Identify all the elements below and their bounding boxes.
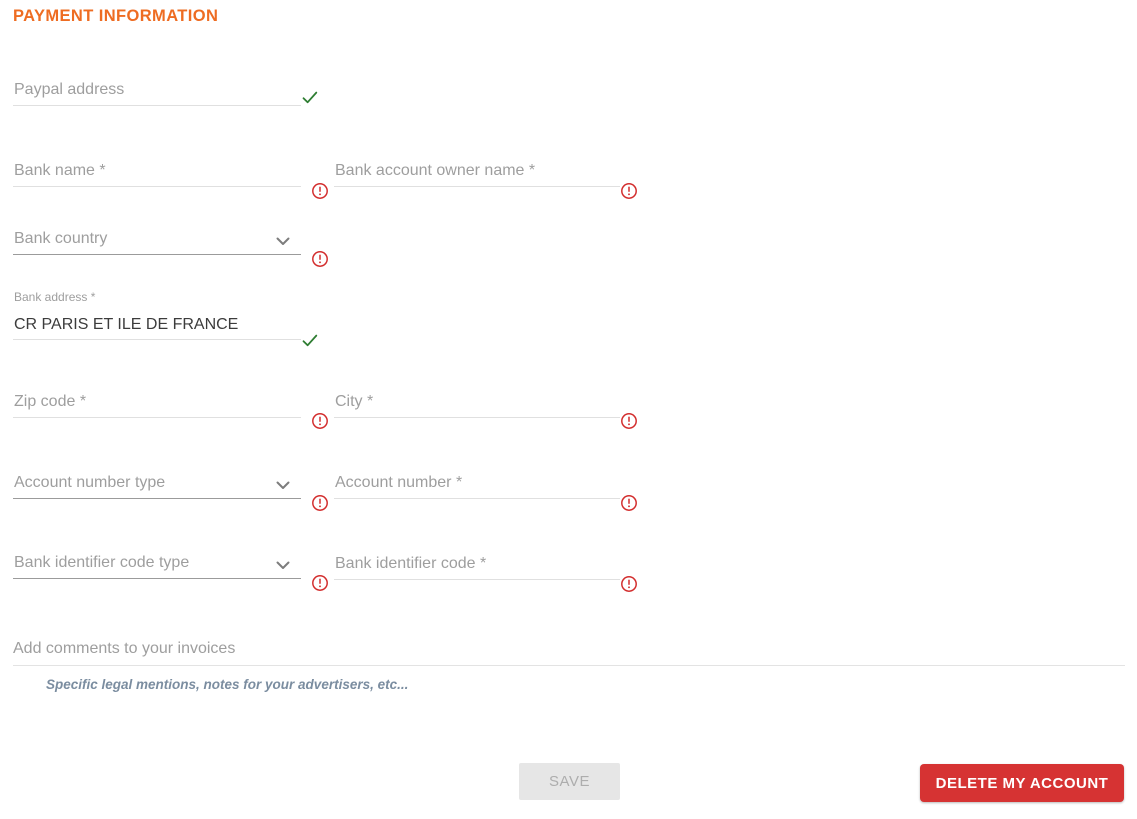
chevron-down-icon[interactable] xyxy=(273,231,293,251)
comments-textarea[interactable]: Specific legal mentions, notes for your … xyxy=(13,668,1125,728)
field-bank-account-owner-name[interactable]: Bank account owner name * xyxy=(334,157,620,187)
city-underline xyxy=(334,417,620,418)
error-icon xyxy=(620,412,638,430)
comments-placeholder: Specific legal mentions, notes for your … xyxy=(46,677,408,693)
save-button[interactable]: SAVE xyxy=(519,763,620,800)
field-bank-identifier-code-type[interactable]: Bank identifier code type xyxy=(13,549,301,579)
chevron-down-icon[interactable] xyxy=(273,555,293,575)
bank-address-label: Bank address * xyxy=(14,288,95,307)
account-number-label: Account number * xyxy=(335,473,462,492)
zip-code-label: Zip code * xyxy=(14,392,86,411)
delete-my-account-button[interactable]: DELETE MY ACCOUNT xyxy=(920,764,1124,802)
bank-address-value: CR PARIS ET ILE DE FRANCE xyxy=(14,315,238,334)
comments-label: Add comments to your invoices xyxy=(13,639,235,658)
field-zip-code[interactable]: Zip code * xyxy=(13,388,301,418)
error-icon xyxy=(311,250,329,268)
bank-identifier-code-underline xyxy=(334,579,620,580)
field-bank-address[interactable]: Bank address * CR PARIS ET ILE DE FRANCE xyxy=(13,288,301,340)
error-icon xyxy=(620,494,638,512)
error-icon xyxy=(311,182,329,200)
field-bank-name[interactable]: Bank name * xyxy=(13,157,301,187)
bank-name-label: Bank name * xyxy=(14,161,106,180)
field-bank-identifier-code[interactable]: Bank identifier code * xyxy=(334,550,620,580)
error-icon xyxy=(311,412,329,430)
account-number-type-label: Account number type xyxy=(14,473,165,492)
error-icon xyxy=(620,182,638,200)
zip-code-underline xyxy=(13,417,301,418)
account-number-type-underline xyxy=(13,498,301,499)
field-bank-country[interactable]: Bank country xyxy=(13,225,301,255)
bank-country-underline xyxy=(13,254,301,255)
bank-identifier-code-label: Bank identifier code * xyxy=(335,554,486,573)
field-paypal-address[interactable]: Paypal address xyxy=(13,76,301,106)
bank-account-owner-name-underline xyxy=(334,186,620,187)
comments-divider xyxy=(13,665,1125,666)
bank-address-underline xyxy=(13,339,301,340)
check-icon xyxy=(301,332,319,350)
check-icon xyxy=(301,89,319,107)
page-title: PAYMENT INFORMATION xyxy=(13,7,218,26)
error-icon xyxy=(311,494,329,512)
bank-name-underline xyxy=(13,186,301,187)
paypal-address-label: Paypal address xyxy=(14,80,124,99)
field-account-number-type[interactable]: Account number type xyxy=(13,469,301,499)
field-city[interactable]: City * xyxy=(334,388,620,418)
bank-identifier-code-type-label: Bank identifier code type xyxy=(14,553,189,572)
payment-information-page: PAYMENT INFORMATION Paypal address Bank … xyxy=(0,0,1137,819)
bank-country-label: Bank country xyxy=(14,229,107,248)
error-icon xyxy=(311,574,329,592)
error-icon xyxy=(620,575,638,593)
account-number-underline xyxy=(334,498,620,499)
paypal-address-underline xyxy=(13,105,301,106)
city-label: City * xyxy=(335,392,373,411)
bank-account-owner-name-label: Bank account owner name * xyxy=(335,161,535,180)
chevron-down-icon[interactable] xyxy=(273,475,293,495)
field-account-number[interactable]: Account number * xyxy=(334,469,620,499)
bank-identifier-code-type-underline xyxy=(13,578,301,579)
